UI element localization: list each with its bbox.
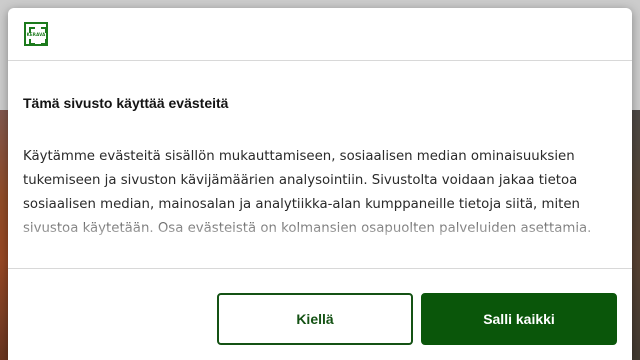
dialog-footer: Kiellä Salli kaikki	[8, 268, 632, 360]
kerava-logo: KERAVA	[24, 22, 48, 46]
allow-all-button[interactable]: Salli kaikki	[421, 293, 617, 345]
dialog-header: KERAVA	[8, 8, 632, 61]
cookie-consent-dialog: KERAVA Tämä sivusto käyttää evästeitä Kä…	[8, 8, 632, 360]
deny-button[interactable]: Kiellä	[217, 293, 413, 345]
dialog-title: Tämä sivusto käyttää evästeitä	[23, 95, 229, 111]
logo-text: KERAVA	[26, 31, 46, 37]
dialog-description: Käytämme evästeitä sisällön mukauttamise…	[23, 149, 592, 236]
dialog-body[interactable]: Tämä sivusto käyttää evästeitä Käytämme …	[8, 61, 632, 268]
